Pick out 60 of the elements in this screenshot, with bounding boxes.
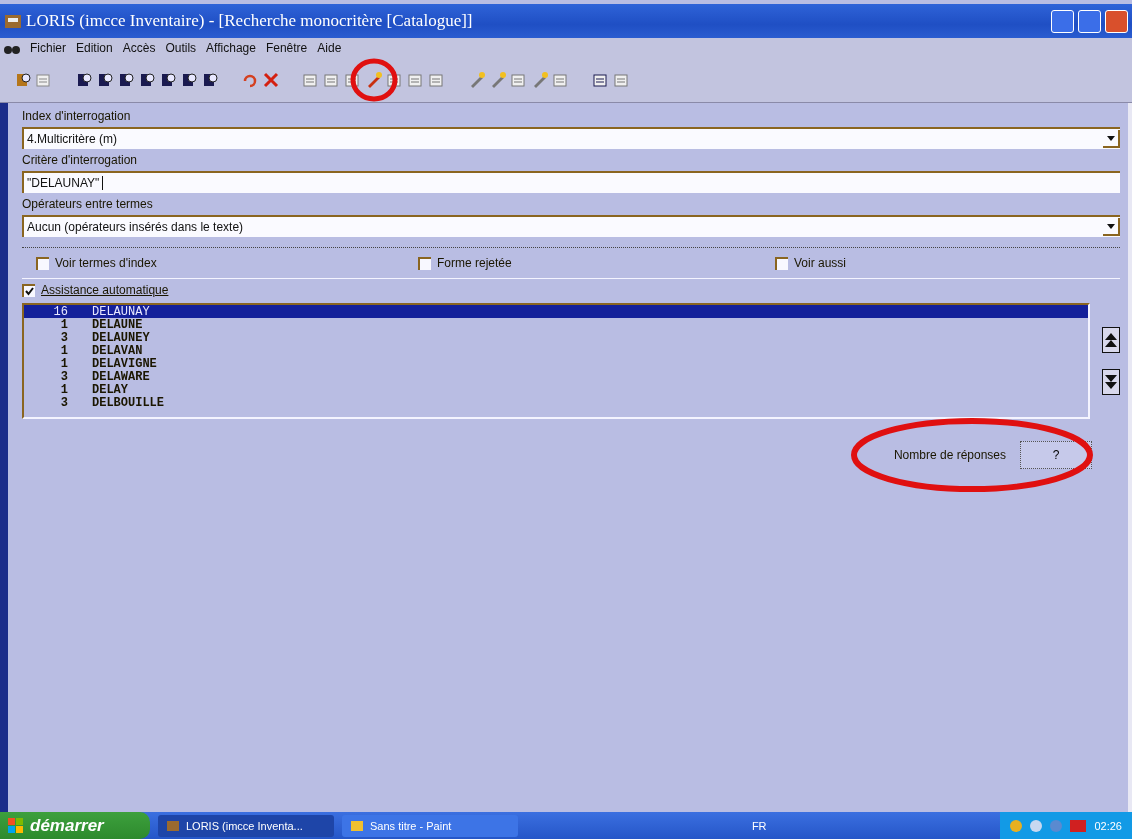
close-button[interactable] [1105,9,1128,33]
app-icon [4,12,22,30]
double-down-arrow-icon [1105,374,1117,390]
checkbox[interactable] [36,256,49,270]
list-item[interactable]: 1 DELAY [24,383,1088,396]
maximize-button[interactable] [1078,9,1101,33]
menu-item[interactable]: Edition [76,41,113,55]
document-icon[interactable] [613,71,631,89]
page-up-button[interactable] [1102,327,1120,353]
app-icon [166,818,180,833]
menu-item[interactable]: Affichage [206,41,256,55]
clock: 02:26 [1094,819,1122,832]
checkbox[interactable] [418,256,431,270]
dropdown-arrow-icon [1106,135,1115,141]
page-down-button[interactable] [1102,369,1120,395]
operators-dropdown[interactable]: Aucun (opérateurs insérés dans le texte) [22,215,1120,237]
checkbox[interactable] [22,283,35,297]
minimize-button[interactable] [1051,9,1074,33]
answers-label: Nombre de réponses [893,448,1006,462]
checkbox-label: Voir aussi [794,256,847,270]
index-dropdown[interactable]: 4.Multicritère (m) [22,127,1120,149]
window-title: LORIS (imcce Inventaire) - [Recherche monocritère [Catalogue]] [26,11,474,31]
document-icon[interactable] [386,71,404,89]
checkbox-label: Forme rejetée [437,256,512,270]
menu-item[interactable]: Fenêtre [265,41,308,55]
list-item[interactable]: 3 DELBOUILLE [24,396,1088,409]
windows-logo-icon [8,817,24,834]
list-item[interactable]: 1 DELAUNE [24,318,1088,331]
menu-item[interactable]: Outils [165,41,197,55]
document-icon[interactable] [344,71,362,89]
menu-item[interactable]: Aide [317,41,342,55]
field-label: Opérateurs entre termes [22,197,154,211]
taskbar-button[interactable]: Sans titre - Paint [342,814,518,837]
start-button[interactable]: démarrer [0,812,150,839]
double-up-arrow-icon [1105,332,1117,348]
list-item[interactable]: 3 DELAUNEY [24,331,1088,344]
menu-item[interactable]: Fichier [30,41,66,55]
list-item[interactable]: 16 DELAUNAY [24,305,1088,318]
checkbox-label: Voir termes d'index [55,256,157,270]
menu-item[interactable]: Accès [122,41,156,55]
language-indicator[interactable]: FR [751,819,767,832]
document-icon[interactable] [407,71,425,89]
document-icon[interactable] [552,71,570,89]
document-icon[interactable] [323,71,341,89]
annotation-circle [350,58,398,102]
document-icon[interactable] [510,71,528,89]
checkbox-label: Assistance automatique [41,283,169,297]
field-label: Index d'interrogation [22,109,132,123]
paint-icon [350,818,364,833]
document-icon[interactable] [302,71,320,89]
field-label: Critère d'interrogation [22,153,138,167]
list-item[interactable]: 3 DELAWARE [24,370,1088,383]
list-item[interactable]: 1 DELAVIGNE [24,357,1088,370]
criteria-field[interactable]: "DELAUNAY" [22,171,1120,193]
taskbar-button[interactable]: LORIS (imcce Inventa... [158,814,334,837]
checkbox[interactable] [775,256,788,270]
list-item[interactable]: 1 DELAVAN [24,344,1088,357]
document-icon[interactable] [428,71,446,89]
dropdown-arrow-icon [1106,223,1115,229]
delete-icon[interactable] [262,71,280,89]
